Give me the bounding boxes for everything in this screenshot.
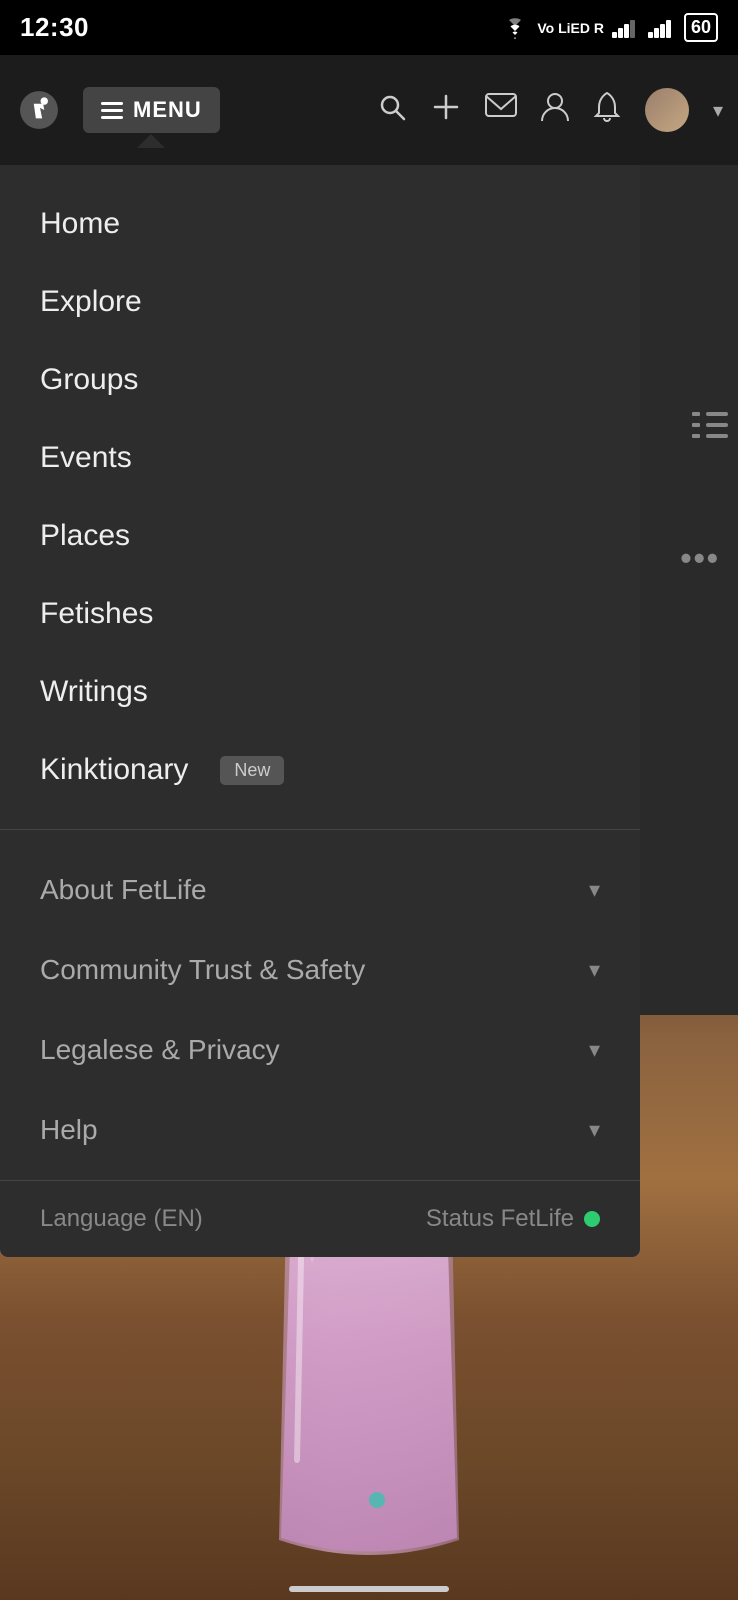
menu-button[interactable]: MENU bbox=[83, 87, 220, 133]
home-indicator[interactable] bbox=[289, 1586, 449, 1592]
wifi-icon bbox=[501, 17, 529, 39]
status-online-dot bbox=[584, 1211, 600, 1227]
menu-item-trust-safety[interactable]: Community Trust & Safety ▾ bbox=[0, 930, 640, 1010]
legalese-label: Legalese & Privacy bbox=[40, 1034, 280, 1066]
menu-footer: Language (EN) Status FetLife bbox=[0, 1180, 640, 1257]
menu-item-groups[interactable]: Groups bbox=[0, 341, 640, 419]
add-icon[interactable] bbox=[431, 92, 461, 129]
menu-divider-1 bbox=[0, 829, 640, 830]
status-icons: Vo LiED R 60 bbox=[501, 13, 718, 42]
notification-icon[interactable] bbox=[593, 91, 621, 130]
more-options-icon[interactable]: ••• bbox=[680, 540, 720, 577]
help-label: Help bbox=[40, 1114, 98, 1146]
help-chevron-icon: ▾ bbox=[589, 1117, 600, 1143]
menu-item-kinktionary-label: Kinktionary bbox=[40, 753, 188, 787]
signal-icon-2 bbox=[648, 18, 676, 38]
trust-safety-label: Community Trust & Safety bbox=[40, 954, 365, 986]
menu-item-legalese[interactable]: Legalese & Privacy ▾ bbox=[0, 1010, 640, 1090]
menu-item-home[interactable]: Home bbox=[0, 185, 640, 263]
menu-item-about[interactable]: About FetLife ▾ bbox=[0, 850, 640, 930]
menu-item-home-label: Home bbox=[40, 207, 120, 241]
dropdown-menu: Home Explore Groups Events Places Fetish… bbox=[0, 165, 640, 1257]
battery-icon: 60 bbox=[684, 13, 718, 42]
menu-item-kinktionary[interactable]: Kinktionary New bbox=[0, 731, 640, 809]
menu-item-places[interactable]: Places bbox=[0, 497, 640, 575]
status-time: 12:30 bbox=[20, 12, 89, 43]
avatar[interactable] bbox=[645, 88, 689, 132]
menu-item-groups-label: Groups bbox=[40, 363, 138, 397]
signal-label: Vo LiED R bbox=[537, 20, 604, 36]
signal-icon bbox=[612, 18, 640, 38]
menu-secondary-section: About FetLife ▾ Community Trust & Safety… bbox=[0, 840, 640, 1180]
menu-label: MENU bbox=[133, 97, 202, 123]
list-view-icon[interactable] bbox=[692, 410, 728, 449]
right-content-area bbox=[633, 165, 738, 1015]
menu-item-help[interactable]: Help ▾ bbox=[0, 1090, 640, 1170]
nav-icons: ▾ bbox=[377, 88, 723, 132]
status-label: Status FetLife bbox=[426, 1205, 574, 1233]
kinktionary-badge: New bbox=[220, 756, 284, 785]
app-logo[interactable] bbox=[15, 86, 63, 134]
chevron-down-icon[interactable]: ▾ bbox=[713, 98, 723, 123]
hamburger-icon bbox=[101, 102, 123, 119]
menu-item-events[interactable]: Events bbox=[0, 419, 640, 497]
about-chevron-icon: ▾ bbox=[589, 877, 600, 903]
status-indicator: Status FetLife bbox=[426, 1205, 600, 1233]
trust-safety-chevron-icon: ▾ bbox=[589, 957, 600, 983]
menu-item-explore-label: Explore bbox=[40, 285, 142, 319]
message-icon[interactable] bbox=[485, 93, 517, 128]
language-selector[interactable]: Language (EN) bbox=[40, 1205, 203, 1233]
navbar: MENU bbox=[0, 55, 738, 165]
about-label: About FetLife bbox=[40, 874, 207, 906]
profile-icon[interactable] bbox=[541, 92, 569, 129]
menu-item-fetishes-label: Fetishes bbox=[40, 597, 153, 631]
legalese-chevron-icon: ▾ bbox=[589, 1037, 600, 1063]
search-icon[interactable] bbox=[377, 92, 407, 129]
fetlife-logo-svg bbox=[18, 89, 60, 131]
menu-item-places-label: Places bbox=[40, 519, 130, 553]
menu-item-writings-label: Writings bbox=[40, 675, 148, 709]
menu-item-events-label: Events bbox=[40, 441, 132, 475]
status-bar: 12:30 Vo LiED R 60 bbox=[0, 0, 738, 55]
menu-item-explore[interactable]: Explore bbox=[0, 263, 640, 341]
menu-item-fetishes[interactable]: Fetishes bbox=[0, 575, 640, 653]
menu-item-writings[interactable]: Writings bbox=[0, 653, 640, 731]
menu-nav-items: Home Explore Groups Events Places Fetish… bbox=[0, 165, 640, 819]
